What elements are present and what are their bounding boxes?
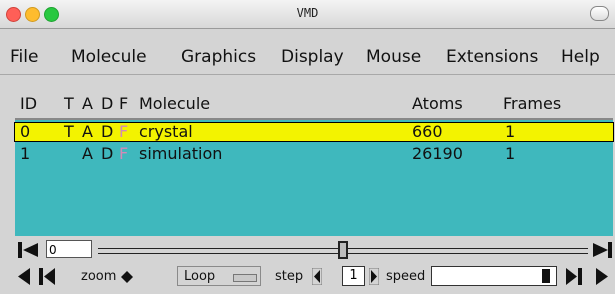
menu-display[interactable]: Display: [281, 47, 344, 67]
column-frames[interactable]: Frames: [503, 94, 561, 113]
column-molecule[interactable]: Molecule: [139, 94, 210, 113]
molecule-id: 1: [20, 144, 31, 163]
playback-row: zoom Loop step 1 speed: [0, 264, 615, 288]
play-reverse-icon[interactable]: [17, 267, 31, 286]
step-forward-icon[interactable]: [565, 267, 584, 286]
speed-slider[interactable]: [431, 266, 557, 286]
menu-mouse[interactable]: Mouse: [366, 47, 421, 67]
molecule-fixed-flag[interactable]: F: [119, 123, 128, 141]
molecule-drawn-flag[interactable]: D: [101, 145, 113, 163]
loop-button[interactable]: Loop: [177, 266, 261, 286]
zoom-diamond-icon[interactable]: [121, 271, 133, 283]
molecule-row[interactable]: 0 T A D F crystal 660 1: [14, 122, 614, 142]
molecule-top-flag[interactable]: T: [64, 123, 74, 141]
play-forward-icon[interactable]: [595, 267, 609, 286]
jump-to-start-icon[interactable]: [16, 241, 40, 259]
column-top[interactable]: T: [64, 94, 74, 113]
molecule-list-header: ID T A D F Molecule Atoms Frames: [0, 75, 615, 117]
column-atoms[interactable]: Atoms: [412, 94, 463, 113]
jump-to-end-icon[interactable]: [592, 241, 614, 259]
frame-slider-thumb[interactable]: [338, 241, 348, 259]
molecule-row[interactable]: 1 A D F simulation 26190 1: [15, 145, 613, 163]
window-title: VMD: [296, 6, 319, 20]
column-id[interactable]: ID: [20, 94, 37, 113]
animation-controls: 0 zoom Loop step 1 speed: [0, 236, 615, 294]
step-label: step: [275, 269, 304, 284]
column-active[interactable]: A: [82, 94, 93, 113]
molecule-list[interactable]: 0 T A D F crystal 660 1 1 A D F simulati…: [14, 118, 614, 236]
molecule-frames: 1: [505, 122, 516, 141]
column-fixed[interactable]: F: [119, 94, 128, 113]
molecule-frames: 1: [505, 144, 516, 163]
step-increase-icon[interactable]: [369, 268, 379, 285]
molecule-atoms: 660: [412, 122, 443, 141]
molecule-drawn-flag[interactable]: D: [101, 123, 113, 141]
step-decrease-icon[interactable]: [312, 268, 322, 285]
menu-graphics[interactable]: Graphics: [181, 47, 256, 67]
molecule-name: crystal: [139, 122, 193, 141]
loop-label: Loop: [184, 269, 216, 284]
title-bar: VMD: [0, 0, 615, 29]
speed-label: speed: [386, 269, 426, 284]
menu-file[interactable]: File: [10, 47, 38, 67]
column-drawn[interactable]: D: [101, 94, 113, 113]
toolbar-toggle-button[interactable]: [590, 6, 609, 21]
molecule-active-flag[interactable]: A: [82, 123, 93, 141]
zoom-label: zoom: [81, 269, 117, 284]
molecule-id: 0: [20, 122, 31, 141]
step-back-icon[interactable]: [38, 267, 56, 286]
menu-extensions[interactable]: Extensions: [446, 47, 538, 67]
menu-bar: File Molecule Graphics Display Mouse Ext…: [0, 38, 615, 75]
loop-toggle-indicator: [233, 274, 257, 282]
molecule-fixed-flag[interactable]: F: [119, 145, 128, 163]
menu-help[interactable]: Help: [561, 47, 600, 67]
frame-input[interactable]: 0: [46, 240, 92, 258]
menu-molecule[interactable]: Molecule: [71, 47, 147, 67]
molecule-active-flag[interactable]: A: [82, 145, 93, 163]
speed-slider-thumb[interactable]: [542, 269, 550, 283]
molecule-atoms: 26190: [412, 144, 463, 163]
step-input[interactable]: 1: [342, 266, 365, 286]
molecule-name: simulation: [139, 144, 223, 163]
